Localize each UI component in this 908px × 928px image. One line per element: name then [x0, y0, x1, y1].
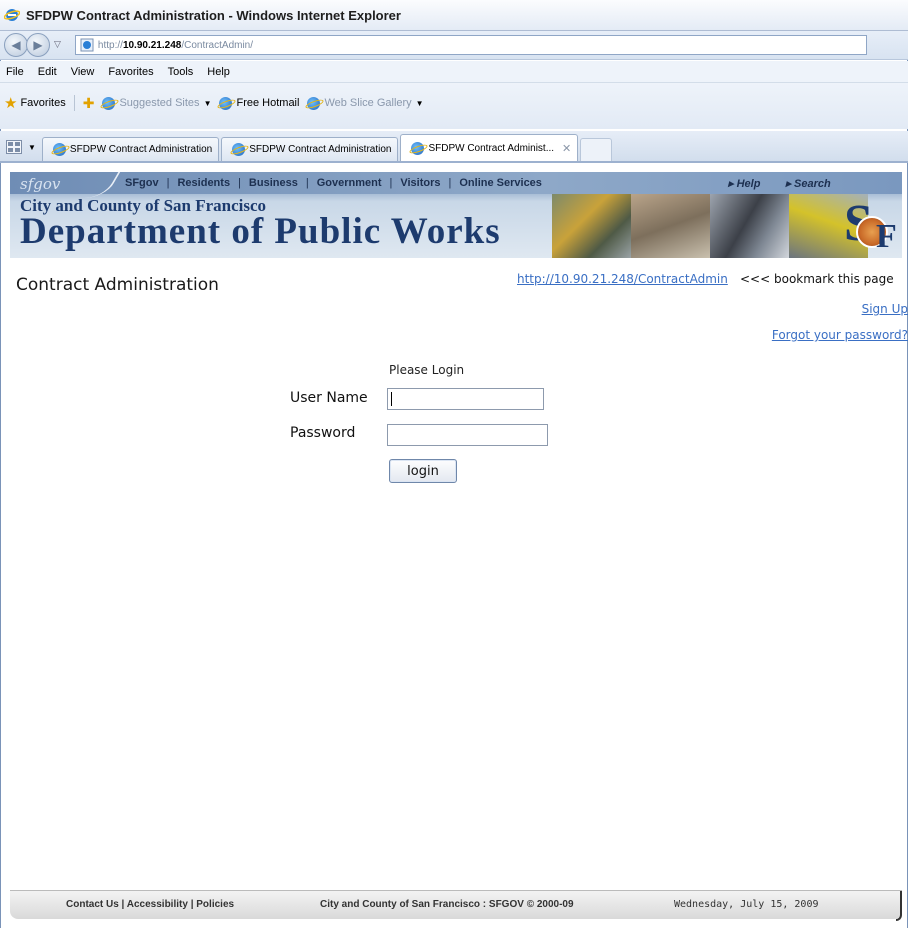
page-ie-icon: [80, 38, 94, 52]
text-cursor: [391, 392, 392, 406]
favorites-button[interactable]: Favorites: [20, 97, 65, 109]
forward-button[interactable]: ▶: [26, 33, 50, 57]
page-footer: Contact Us | Accessibility | Policies Ci…: [10, 890, 902, 921]
tab-ie-icon: [232, 143, 246, 156]
suggested-sites-link[interactable]: Suggested Sites: [119, 97, 199, 109]
tab-ie-icon: [52, 143, 66, 156]
nav-sfgov[interactable]: SFgov: [125, 177, 159, 189]
web-slice-dropdown-icon[interactable]: ▼: [416, 99, 424, 108]
address-bar[interactable]: http://10.90.21.248/ContractAdmin/: [74, 35, 867, 55]
construction-photo: [710, 194, 789, 258]
recent-pages-dropdown-icon[interactable]: ▽: [54, 40, 61, 50]
web-slice-gallery-link[interactable]: Web Slice Gallery: [324, 97, 411, 109]
menu-tools[interactable]: Tools: [168, 66, 194, 78]
login-button[interactable]: login: [389, 459, 457, 483]
menu-file[interactable]: File: [6, 66, 24, 78]
window-title: SFDPW Contract Administration - Windows …: [26, 7, 401, 23]
menu-view[interactable]: View: [71, 66, 95, 78]
banner-photo-strip: [552, 194, 868, 258]
nav-separator: |: [448, 177, 452, 189]
menu-edit[interactable]: Edit: [38, 66, 57, 78]
browser-tab[interactable]: SFDPW Contract Administration: [221, 137, 399, 161]
help-link[interactable]: ▸ Help: [728, 178, 760, 190]
navigation-bar: ◀ ▶ ▽ http://10.90.21.248/ContractAdmin/: [0, 31, 908, 60]
nav-business[interactable]: Business: [249, 177, 298, 189]
forgot-password-link[interactable]: Forgot your password?: [772, 328, 908, 342]
close-tab-icon[interactable]: ✕: [562, 142, 571, 155]
tab-list-dropdown-icon[interactable]: ▼: [28, 143, 36, 152]
nav-separator: |: [305, 177, 309, 189]
building-photo: [631, 194, 710, 258]
help-search-links: ▸ Help ▸ Search: [728, 177, 853, 190]
menu-favorites[interactable]: Favorites: [108, 66, 153, 78]
nav-residents[interactable]: Residents: [177, 177, 230, 189]
menu-help[interactable]: Help: [207, 66, 230, 78]
nav-separator: |: [389, 177, 393, 189]
suggested-sites-dropdown-icon[interactable]: ▼: [204, 99, 212, 108]
address-host: 10.90.21.248: [122, 39, 182, 51]
tab-bar: ▼ SFDPW Contract Administration SFDPW Co…: [0, 131, 908, 163]
banner-nav: SFgov | Residents | Business | Governmen…: [125, 177, 550, 189]
username-input[interactable]: [387, 388, 544, 410]
hotmail-icon: [219, 96, 233, 110]
nav-government[interactable]: Government: [317, 177, 382, 189]
address-path: /ContractAdmin/: [181, 39, 254, 51]
back-button[interactable]: ◀: [4, 33, 28, 57]
favorites-star-icon: ★: [4, 95, 18, 112]
dpw-banner: sfgov SFgov | Residents | Business | Gov…: [10, 172, 902, 258]
password-label: Password: [290, 425, 356, 441]
login-heading: Please Login: [389, 363, 465, 377]
department-heading: Department of Public Works: [20, 211, 501, 252]
search-link[interactable]: ▸ Search: [785, 178, 830, 190]
address-prefix: http://: [97, 39, 123, 51]
footer-copyright: City and County of San Francisco : SFGOV…: [320, 899, 574, 910]
bookmark-url-link[interactable]: http://10.90.21.248/ContractAdmin: [517, 272, 728, 286]
sf-seal-logo: S F: [842, 198, 900, 256]
window-titlebar: SFDPW Contract Administration - Windows …: [0, 0, 908, 31]
tab-ie-icon: [411, 141, 425, 155]
sign-up-link[interactable]: Sign Up: [862, 302, 908, 316]
worker-photo: [552, 194, 631, 258]
nav-separator: |: [166, 177, 170, 189]
separator: [73, 95, 75, 111]
tab-label: SFDPW Contract Administration: [69, 144, 213, 155]
footer-links[interactable]: Contact Us | Accessibility | Policies: [66, 899, 234, 910]
free-hotmail-link[interactable]: Free Hotmail: [236, 97, 299, 109]
password-input[interactable]: [387, 424, 548, 446]
bookmark-note: <<< bookmark this page: [740, 272, 894, 286]
sfgov-logo[interactable]: sfgov: [20, 175, 60, 193]
ie-logo-icon: [4, 9, 20, 21]
quick-tabs-icon[interactable]: [6, 140, 22, 154]
page-title: Contract Administration: [16, 275, 219, 295]
suggested-sites-icon: [102, 96, 116, 110]
add-favorite-icon[interactable]: ✚: [83, 95, 95, 112]
username-label: User Name: [290, 390, 368, 406]
web-slice-icon: [307, 96, 321, 110]
tab-label: SFDPW Contract Administ...: [428, 142, 555, 154]
footer-edge: [896, 891, 902, 921]
tab-label: SFDPW Contract Administration: [249, 144, 392, 155]
favorites-bar: ★ Favorites ✚ Suggested Sites ▼ Free Hot…: [0, 83, 908, 129]
browser-tab[interactable]: SFDPW Contract Administration: [41, 137, 220, 161]
footer-date: Wednesday, July 15, 2009: [674, 899, 819, 910]
new-tab-button[interactable]: [580, 138, 613, 161]
nav-visitors[interactable]: Visitors: [400, 177, 440, 189]
browser-tab-active[interactable]: SFDPW Contract Administ... ✕: [400, 134, 579, 161]
menu-bar: File Edit View Favorites Tools Help: [0, 61, 908, 83]
nav-separator: |: [238, 177, 241, 189]
nav-online-services[interactable]: Online Services: [459, 177, 542, 189]
